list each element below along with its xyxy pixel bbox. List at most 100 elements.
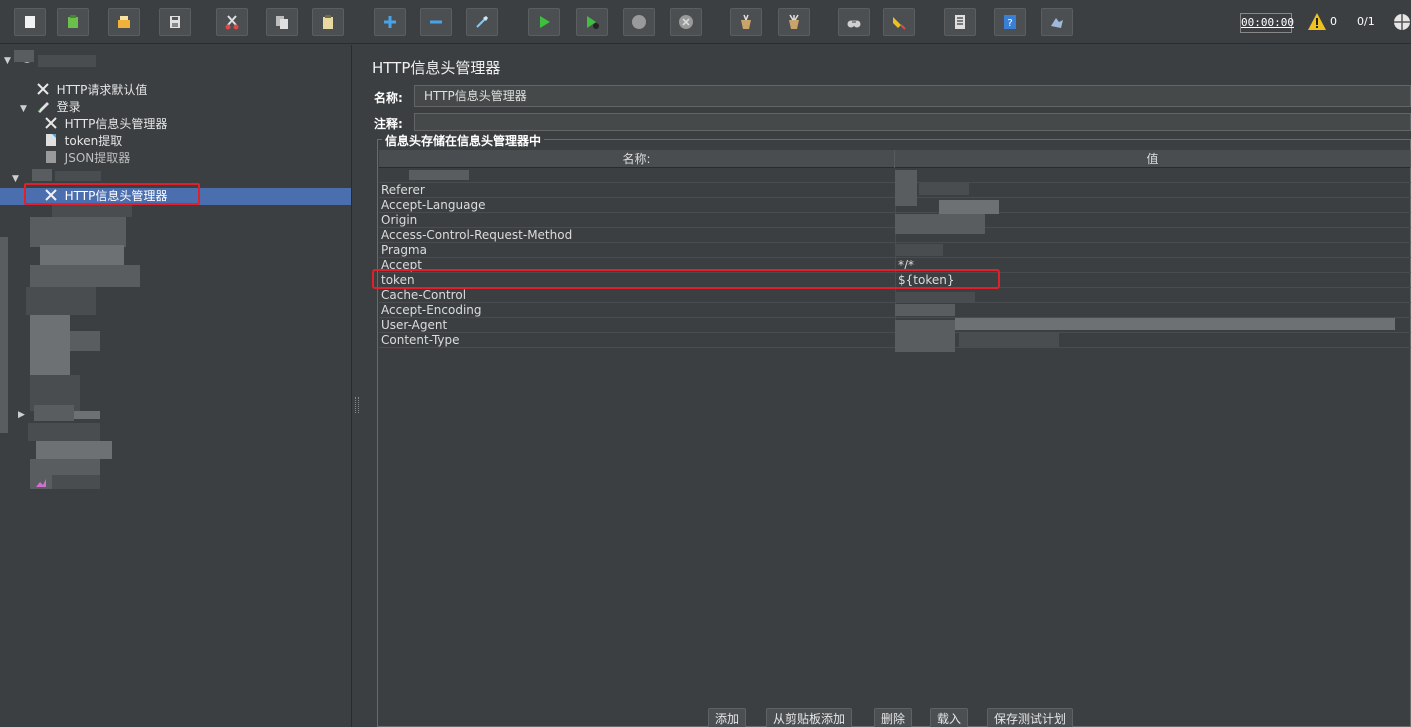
- redacted-block: [939, 200, 999, 214]
- pencil-icon: [37, 102, 49, 113]
- templates-button[interactable]: [57, 8, 89, 36]
- expand-button[interactable]: [374, 8, 406, 36]
- save-icon: [170, 16, 180, 28]
- function-helper-button[interactable]: [944, 8, 976, 36]
- paste-icon: [323, 15, 333, 29]
- toggle-button[interactable]: [466, 8, 498, 36]
- cut-button[interactable]: [216, 8, 248, 36]
- elapsed-timer: 00:00:00: [1240, 13, 1294, 33]
- expand-arrow-icon[interactable]: ▶: [18, 407, 30, 424]
- document-icon: [45, 134, 56, 146]
- redacted-block: [895, 214, 985, 234]
- redacted-block: [55, 171, 101, 181]
- comment-field[interactable]: [414, 113, 1411, 131]
- tree-item-header-manager-1[interactable]: HTTP信息头管理器: [28, 116, 167, 133]
- tree-item-label: HTTP请求默认值: [56, 83, 148, 97]
- redacted-block: [955, 318, 1395, 330]
- toolbar: ? 00:00:00 0 0/1: [0, 0, 1411, 44]
- column-header-name[interactable]: 名称:: [379, 150, 895, 168]
- highlight-box: [372, 269, 1000, 289]
- warning-icon[interactable]: [1307, 12, 1327, 32]
- copy-button[interactable]: [266, 8, 298, 36]
- stop-icon: [632, 15, 646, 29]
- clear-button[interactable]: [730, 8, 762, 36]
- tree-item-label: HTTP信息头管理器: [64, 117, 168, 131]
- new-icon: [25, 16, 35, 28]
- redacted-block: [0, 237, 8, 433]
- splitter[interactable]: [352, 45, 362, 727]
- help-button[interactable]: ?: [994, 8, 1026, 36]
- redacted-block: [919, 183, 969, 195]
- paste-button[interactable]: [312, 8, 344, 36]
- templates-icon: [68, 15, 78, 28]
- save-test-plan-button[interactable]: 保存测试计划: [987, 708, 1074, 727]
- redacted-block: [30, 217, 126, 247]
- shutdown-button[interactable]: [670, 8, 702, 36]
- add-from-clipboard-button[interactable]: 从剪贴板添加: [766, 708, 853, 727]
- tree-item-label: token提取: [64, 134, 123, 148]
- delete-button[interactable]: 删除: [874, 708, 913, 727]
- svg-text:?: ?: [1007, 18, 1012, 29]
- tree-item-blurred[interactable]: [34, 475, 51, 492]
- open-button[interactable]: [108, 8, 140, 36]
- tree-item-token-extract[interactable]: token提取: [28, 133, 122, 150]
- function-helper-icon: [955, 15, 965, 29]
- header-name-cell: Pragma: [381, 243, 427, 257]
- clear-icon: [741, 14, 751, 29]
- redacted-block: [895, 292, 975, 302]
- redacted-block: [895, 244, 943, 256]
- load-button[interactable]: 载入: [930, 708, 969, 727]
- tree-item-login[interactable]: ▼ 登录: [20, 99, 81, 116]
- redacted-block: [895, 304, 955, 316]
- reset-search-button[interactable]: [883, 8, 915, 36]
- start-no-pause-button[interactable]: [576, 8, 608, 36]
- header-manager-panel: HTTP信息头管理器 名称: HTTP信息头管理器 注释: 信息头存储在信息头管…: [362, 45, 1411, 727]
- redacted-block: [14, 50, 34, 62]
- test-plan-tree: ▼ HTTP请求默认值 ▼ 登录 HTTP信息头管理器 token提取 JSON…: [0, 45, 352, 727]
- panel-title: HTTP信息头管理器: [372, 59, 501, 77]
- tree-item-collapsed[interactable]: ▶: [18, 405, 30, 422]
- wrench-icon: [45, 117, 57, 129]
- reset-search-icon: [893, 17, 906, 30]
- clear-all-button[interactable]: [778, 8, 810, 36]
- chart-icon: [36, 479, 46, 487]
- new-button[interactable]: [14, 8, 46, 36]
- header-name-cell: Origin: [381, 213, 418, 227]
- redacted-block: [70, 331, 100, 351]
- headers-table: 名称: 值 Referer Accept-Language Origin Acc…: [379, 150, 1411, 352]
- search-icon: [847, 20, 861, 28]
- tree-item-json-extractor[interactable]: JSON提取器: [28, 150, 130, 167]
- stop-button[interactable]: [623, 8, 655, 36]
- start-button[interactable]: [528, 8, 560, 36]
- header-name-cell: Accept-Language: [381, 198, 486, 212]
- tree-item-label: JSON提取器: [64, 151, 131, 165]
- clear-all-icon: [789, 14, 799, 29]
- collapse-button[interactable]: [420, 8, 452, 36]
- expand-icon: [384, 16, 396, 28]
- cut-icon: [225, 15, 239, 30]
- warning-count: 0: [1330, 15, 1337, 28]
- header-name-cell: Accept-Encoding: [381, 303, 482, 317]
- add-button[interactable]: 添加: [708, 708, 747, 727]
- header-name-cell: Referer: [381, 183, 425, 197]
- name-field[interactable]: HTTP信息头管理器: [414, 85, 1411, 107]
- comment-label: 注释:: [374, 117, 403, 131]
- header-name-cell: Access-Control-Request-Method: [381, 228, 573, 242]
- search-button[interactable]: [838, 8, 870, 36]
- save-button[interactable]: [159, 8, 191, 36]
- tree-item-http-defaults[interactable]: HTTP请求默认值: [20, 82, 147, 99]
- header-name-cell: User-Agent: [381, 318, 448, 332]
- footer-buttons: 添加 从剪贴板添加 删除 载入 保存测试计划: [362, 705, 1411, 727]
- redacted-block: [52, 475, 100, 489]
- document-icon: [45, 151, 56, 163]
- collapse-arrow-icon[interactable]: ▼: [12, 171, 24, 188]
- remote-button[interactable]: [1041, 8, 1073, 36]
- redacted-block: [30, 315, 70, 375]
- redacted-block: [895, 320, 955, 352]
- tree-item-label: 登录: [56, 100, 81, 114]
- column-header-value[interactable]: 值: [895, 150, 1411, 168]
- open-icon: [118, 16, 130, 28]
- highlight-box: [24, 183, 200, 205]
- redacted-block: [36, 441, 112, 459]
- tree-item-group[interactable]: ▼: [12, 169, 24, 186]
